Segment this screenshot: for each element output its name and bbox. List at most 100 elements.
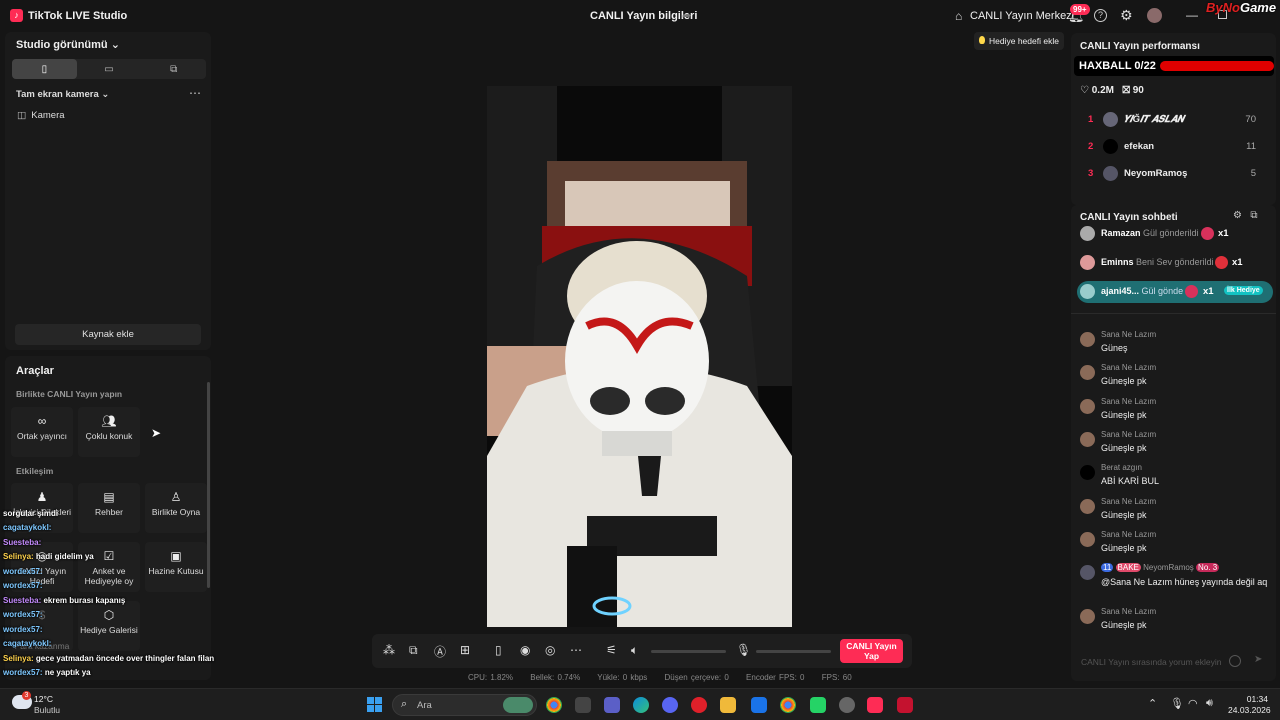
chat-user: Berat azgın <box>1101 463 1142 472</box>
add-media-icon[interactable]: ⊞ <box>460 643 470 657</box>
avatar[interactable] <box>1147 8 1162 23</box>
overlay-chat-line: wordex57: <box>3 567 43 576</box>
source-item-camera[interactable]: ◫ Kamera <box>17 110 65 121</box>
wishes-icon: ♟ <box>36 490 48 504</box>
youtube-icon[interactable] <box>897 697 913 713</box>
settings-sliders-icon[interactable]: ⚟ <box>606 643 617 657</box>
discord-icon[interactable] <box>662 697 678 713</box>
chat-text: Güneşle pk <box>1101 443 1147 453</box>
chrome-icon[interactable] <box>546 697 562 713</box>
tool-gift-gallery[interactable]: ⬡ Hediye Galerisi <box>78 601 140 651</box>
microphone-icon[interactable]: 🎙︎ <box>736 643 751 657</box>
tool-guide[interactable]: ▤ Rehber <box>78 483 140 533</box>
tools-title: Araçlar <box>16 365 54 377</box>
gift-icon: ⛝ <box>1122 85 1130 96</box>
chrome-icon[interactable] <box>780 697 796 713</box>
chevron-up-icon[interactable]: ⌃ <box>1148 697 1157 710</box>
landscape-mode-button[interactable]: ▭ <box>77 59 142 79</box>
add-source-button[interactable]: Kaynak ekle <box>15 324 201 345</box>
wifi-icon[interactable]: ◠ <box>1188 697 1198 710</box>
overlay-chat-text: gece yatmadan öncede over thingler falan… <box>35 654 215 663</box>
gift-notification[interactable]: Ramazan Gül gönderildi x1 <box>1077 223 1273 245</box>
rank-score: 11 <box>1246 141 1256 152</box>
tool-play-together[interactable]: ♙ Birlikte Oyna <box>145 483 207 533</box>
scene-dropdown[interactable]: Tam ekran kamera ⌄ <box>16 89 109 100</box>
weather-badge: 3 <box>22 691 31 700</box>
windows-taskbar: 3 12°C Bulutlu ⌕ Ara ⌃ 🎙︎ ◠ 🔊︎ 01:34 24.… <box>0 688 1280 720</box>
gift-user: Ramazan <box>1101 228 1141 238</box>
ai-icon[interactable]: Ⓐ <box>434 643 446 660</box>
chat-user: Sana Ne Lazım <box>1101 607 1157 616</box>
tool-multiguest[interactable]: 👥︎ Çoklu konuk <box>78 407 140 457</box>
studio-view-dropdown[interactable]: Studio görünümü ⌄ <box>16 38 120 51</box>
tool-treasure[interactable]: ▣ Hazine Kutusu <box>145 542 207 592</box>
ranking-row[interactable]: 1 𝒀𝑰Ğ𝑰𝑻 𝑨𝑺𝑳𝑨𝑵 70 <box>1088 112 1268 128</box>
more-icon[interactable]: ⋯ <box>570 643 582 657</box>
clock[interactable]: 01:34 24.03.2026 <box>1228 694 1271 716</box>
whatsapp-icon[interactable] <box>810 697 826 713</box>
chat-user: Sana Ne Lazım <box>1101 397 1157 406</box>
speaker-icon[interactable]: 🔈︎ <box>631 643 638 658</box>
avatar <box>1103 139 1118 154</box>
effects-icon[interactable]: ⧉ <box>409 643 418 658</box>
avatar <box>1080 255 1095 270</box>
settings-app-icon[interactable] <box>839 697 855 713</box>
volume-slider[interactable] <box>651 650 726 653</box>
add-gift-goal-button[interactable]: Hediye hedefi ekle <box>974 32 1064 50</box>
popout-icon[interactable]: ⧉ <box>1250 210 1257 221</box>
dual-mode-button[interactable]: ⧉ <box>141 59 206 79</box>
gear-icon[interactable]: ⚙ <box>1233 210 1242 221</box>
magic-wand-icon[interactable]: ⁂ <box>383 643 395 657</box>
go-live-button[interactable]: CANLI Yayın Yap <box>840 639 903 663</box>
tool-label: Çoklu konuk <box>85 431 133 441</box>
opera-icon[interactable] <box>691 697 707 713</box>
volume-icon[interactable]: 🔊︎ <box>1206 697 1213 710</box>
avatar <box>1103 112 1118 127</box>
tools-scrollbar[interactable] <box>207 382 210 588</box>
taskbar-search[interactable]: ⌕ Ara <box>392 694 537 716</box>
help-icon[interactable]: ? <box>1094 9 1107 22</box>
teams-icon[interactable] <box>604 697 620 713</box>
heart-gift-icon <box>1215 256 1228 269</box>
microphone-icon[interactable]: 🎙︎ <box>1170 697 1184 710</box>
tiktok-icon[interactable] <box>867 697 883 713</box>
control-toolbar: ⁂ ⧉ Ⓐ ⊞ ▯ ◉ ◎ ⋯ ⚟ 🔈︎ 🎙︎ CANLI Yayın Yap <box>372 634 912 668</box>
gift-notification[interactable]: ajani45... Gül gönde x1 İlk Hediye <box>1077 281 1273 303</box>
watermark-part-a: ByNo <box>1206 0 1240 15</box>
studio-view-title: Studio görünümü <box>16 39 108 51</box>
more-options-icon[interactable]: ⋯ <box>189 86 201 100</box>
live-center-link[interactable]: CANLI Yayın Merkezi <box>970 10 1074 22</box>
send-icon[interactable]: ➤ <box>1254 654 1262 665</box>
gifts-count: 90 <box>1132 85 1144 96</box>
app-icon[interactable] <box>575 697 591 713</box>
live-chat-panel: CANLI Yayın sohbeti ⚙ ⧉ Ramazan Gül gönd… <box>1071 205 1276 681</box>
mic-slider[interactable] <box>756 650 831 653</box>
portrait-mode-button[interactable]: ▯ <box>12 59 77 79</box>
edge-icon[interactable] <box>633 697 649 713</box>
home-icon[interactable]: ⌂ <box>955 9 962 23</box>
screenshot-icon[interactable]: ◎ <box>545 643 555 657</box>
overlay-chat-user: wordex57: <box>3 610 43 619</box>
emoji-icon[interactable] <box>1229 655 1241 667</box>
overlay-chat-user: cagataykokl: <box>3 523 52 532</box>
share-icon[interactable]: ➦ <box>682 9 691 22</box>
ranking-row[interactable]: 2 efekan 11 <box>1088 139 1268 155</box>
chevron-down-icon: ⌄ <box>101 89 110 100</box>
time: 01:34 <box>1246 694 1268 704</box>
mail-icon[interactable] <box>751 697 767 713</box>
gift-notification[interactable]: Eminns Beni Sev gönderildi x1 <box>1077 252 1273 274</box>
windows-start-icon[interactable] <box>367 697 383 713</box>
tool-poll[interactable]: ☑ Anket ve Hediyeyle oy <box>78 542 140 592</box>
phone-icon[interactable]: ▯ <box>495 643 502 657</box>
watermark-part-b: Game <box>1239 0 1277 15</box>
folder-icon[interactable] <box>720 697 736 713</box>
chat-text: Güneşle pk <box>1101 410 1147 420</box>
ranking-row[interactable]: 3 NeyomRamoş 5 <box>1088 166 1268 182</box>
avatar <box>1080 565 1095 580</box>
record-icon[interactable]: ◉ <box>520 643 530 657</box>
gear-icon[interactable]: ⚙ <box>1120 7 1133 24</box>
chat-text: Güneşle pk <box>1101 620 1147 630</box>
tool-cohost[interactable]: ∞ Ortak yayıncı <box>11 407 73 457</box>
minimize-icon[interactable]: — <box>1186 8 1198 22</box>
divider <box>1071 313 1276 314</box>
